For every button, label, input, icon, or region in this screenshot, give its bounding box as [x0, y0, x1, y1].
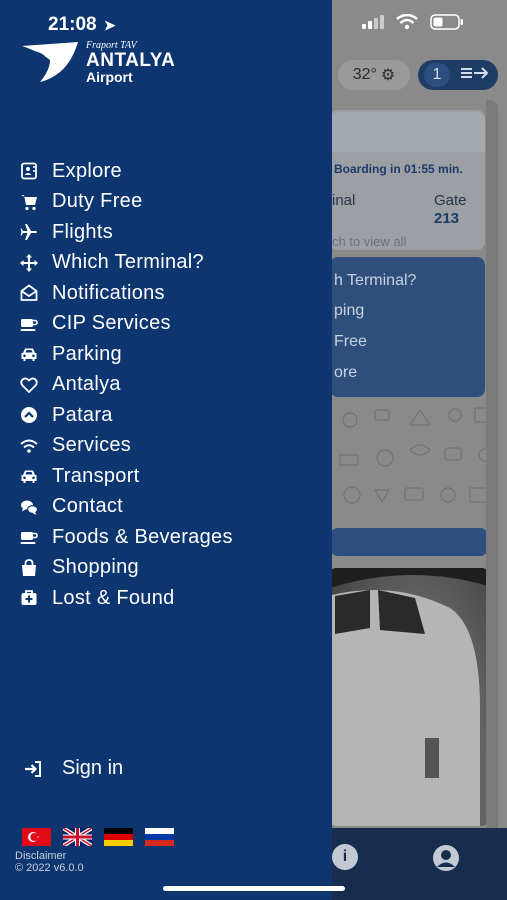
- signal-icon: [362, 15, 384, 34]
- sign-in-icon: [22, 758, 44, 780]
- sign-in-button[interactable]: Sign in: [22, 757, 123, 780]
- menu-label: Parking: [52, 342, 122, 365]
- shopping-bag-icon: [18, 557, 40, 579]
- menu-label: Services: [52, 434, 132, 457]
- menu-label: Notifications: [52, 281, 165, 304]
- my-flights-pill[interactable]: 1: [418, 60, 498, 90]
- boarding-text: Boarding in 01:55 min.: [334, 162, 463, 176]
- menu-item-duty-free[interactable]: Duty Free: [18, 187, 233, 218]
- logo-operator: Fraport TAV: [86, 39, 137, 51]
- car-icon: [18, 465, 40, 487]
- menu-label: Patara: [52, 403, 113, 426]
- menu-label: Which Terminal?: [52, 251, 204, 274]
- menu-item-services[interactable]: Services: [18, 431, 233, 462]
- menu-item-parking[interactable]: Parking: [18, 339, 233, 370]
- section-bar: [330, 528, 488, 556]
- touch-hint: ch to view all: [332, 234, 407, 249]
- quick-link-3[interactable]: Free: [334, 333, 367, 351]
- menu-item-cip-services[interactable]: CIP Services: [18, 309, 233, 340]
- gear-icon: ⚙: [380, 67, 396, 84]
- airplane-photo: [330, 568, 488, 826]
- quick-link-2[interactable]: ping: [334, 302, 364, 320]
- phone-frame-edge: [486, 100, 498, 835]
- sign-in-label: Sign in: [62, 757, 124, 779]
- car-icon: [18, 343, 40, 365]
- chevron-circle-up-icon: [18, 404, 40, 426]
- menu-item-antalya[interactable]: Antalya: [18, 370, 233, 401]
- menu-item-shopping[interactable]: Shopping: [18, 553, 233, 584]
- flight-card-header: [330, 112, 485, 152]
- first-aid-box-icon: [18, 587, 40, 609]
- gate-value: 213: [434, 210, 460, 227]
- gate-info: Gate 213: [434, 192, 467, 228]
- logo-brand: ANTALYA: [86, 49, 176, 71]
- menu-label: Contact: [52, 495, 124, 518]
- cart-icon: [18, 191, 40, 213]
- weather-pill[interactable]: 32° ⚙: [338, 60, 410, 90]
- chat-bubbles-icon: [18, 496, 40, 518]
- menu-label: Duty Free: [52, 190, 143, 213]
- plane-icon: [18, 221, 40, 243]
- menu-label: CIP Services: [52, 312, 171, 335]
- quick-link-4[interactable]: ore: [334, 364, 357, 382]
- menu-label: Flights: [52, 220, 114, 243]
- location-arrow-icon: ➤: [103, 17, 116, 33]
- bottom-tab-bar: [330, 828, 507, 900]
- user-profile-icon[interactable]: [432, 844, 460, 872]
- status-bar-time: 21:08 ➤: [48, 14, 116, 36]
- drawer-menu: Explore Duty Free Flights Which Terminal…: [18, 156, 233, 614]
- menu-label: Foods & Beverages: [52, 525, 233, 548]
- flight-count: 1: [424, 63, 450, 87]
- doodle-pattern: [339, 407, 492, 504]
- menu-item-contact[interactable]: Contact: [18, 492, 233, 523]
- menu-item-which-terminal[interactable]: Which Terminal?: [18, 248, 233, 279]
- menu-item-foods-beverages[interactable]: Foods & Beverages: [18, 522, 233, 553]
- coffee-cup-icon: [18, 526, 40, 548]
- info-icon[interactable]: i: [332, 844, 358, 870]
- wifi-icon: [18, 435, 40, 457]
- envelope-open-icon: [18, 282, 40, 304]
- language-selector: [22, 828, 174, 846]
- uk-flag-icon[interactable]: [63, 828, 92, 846]
- menu-label: Shopping: [52, 556, 139, 579]
- navigation-drawer: Fraport TAV ANTALYA Airport Explore Duty…: [0, 0, 332, 900]
- menu-label: Explore: [52, 159, 122, 182]
- gate-label: Gate: [434, 192, 467, 209]
- menu-item-patara[interactable]: Patara: [18, 400, 233, 431]
- menu-item-flights[interactable]: Flights: [18, 217, 233, 248]
- menu-label: Transport: [52, 464, 140, 487]
- antalya-airport-logo: Fraport TAV ANTALYA Airport: [20, 40, 175, 84]
- menu-item-notifications[interactable]: Notifications: [18, 278, 233, 309]
- russian-flag-icon[interactable]: [145, 828, 174, 846]
- turkish-flag-icon[interactable]: [22, 828, 51, 846]
- menu-item-explore[interactable]: Explore: [18, 156, 233, 187]
- logo-sub: Airport: [86, 68, 133, 85]
- plane-list-icon: [460, 66, 489, 85]
- heart-icon: [18, 374, 40, 396]
- menu-item-transport[interactable]: Transport: [18, 461, 233, 492]
- home-indicator[interactable]: [163, 886, 345, 891]
- quick-link-1[interactable]: h Terminal?: [334, 272, 416, 290]
- terminal-label: inal: [332, 192, 356, 209]
- menu-label: Antalya: [52, 373, 121, 396]
- wifi-status-icon: [396, 13, 418, 35]
- airport-wing-logo-icon: [22, 42, 78, 82]
- menu-label: Lost & Found: [52, 586, 175, 609]
- version-text: © 2022 v6.0.0: [15, 862, 84, 874]
- german-flag-icon[interactable]: [104, 828, 133, 846]
- temperature-value: 32°: [352, 66, 377, 83]
- clock: 21:08: [48, 14, 97, 35]
- move-arrows-icon: [18, 252, 40, 274]
- menu-item-lost-found[interactable]: Lost & Found: [18, 583, 233, 614]
- contact-card-icon: [18, 160, 40, 182]
- disclaimer-link[interactable]: Disclaimer: [15, 850, 66, 862]
- coffee-cup-icon: [18, 313, 40, 335]
- status-bar-indicators: [362, 13, 464, 35]
- battery-icon: [430, 14, 464, 35]
